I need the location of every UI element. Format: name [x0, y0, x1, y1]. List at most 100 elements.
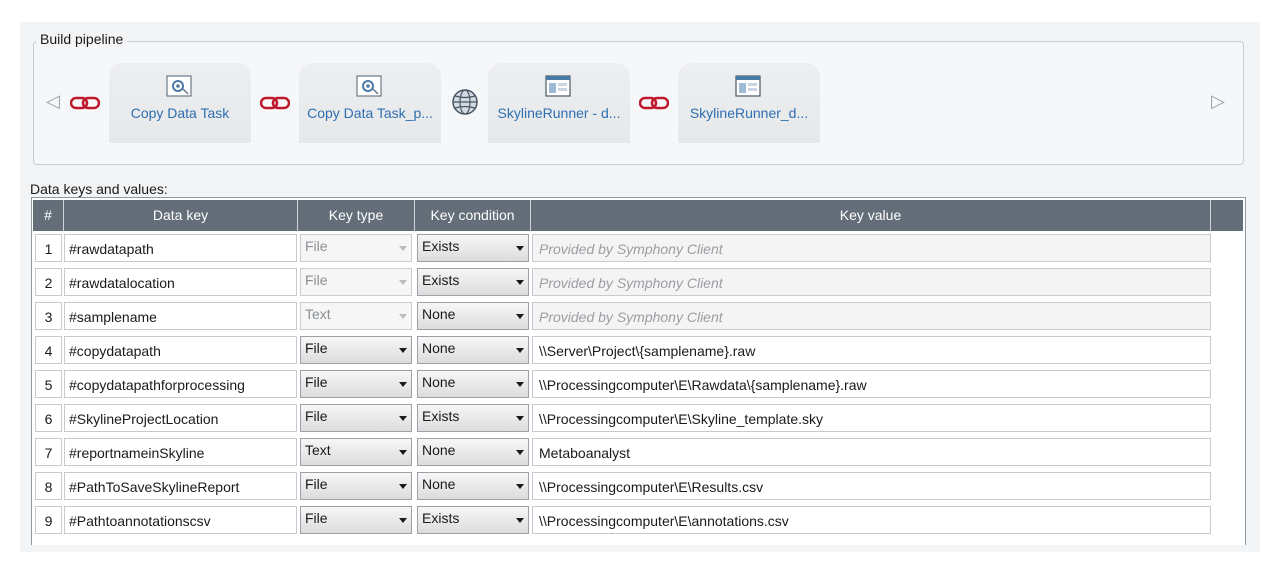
table-row: 2 #rawdatalocation File Exists Provided … [33, 265, 1243, 299]
window-task-icon [735, 75, 761, 97]
key-condition-select[interactable]: None [417, 370, 529, 398]
chevron-down-icon [516, 314, 524, 319]
chevron-down-icon [399, 280, 407, 285]
chevron-down-icon [399, 382, 407, 387]
key-type-value: File [305, 272, 328, 288]
key-type-value: File [305, 408, 328, 424]
row-number: 3 [35, 302, 62, 330]
globe-icon [452, 89, 478, 115]
chevron-down-icon [399, 518, 407, 523]
key-type-select[interactable]: File [300, 404, 412, 432]
chevron-down-icon [399, 416, 407, 421]
key-value-field[interactable]: \\Processingcomputer\E\Skyline_template.… [532, 404, 1211, 432]
key-type-select[interactable]: File [300, 336, 412, 364]
key-value-field[interactable]: Metaboanalyst [532, 438, 1211, 466]
table-row: 4 #copydatapath File None \\Server\Proje… [33, 333, 1243, 367]
key-type-select[interactable]: File [300, 370, 412, 398]
key-type-select[interactable]: File [300, 472, 412, 500]
data-key-field[interactable]: #rawdatalocation [64, 268, 297, 296]
chevron-down-icon [516, 280, 524, 285]
table-row: 6 #SkylineProjectLocation File Exists \\… [33, 401, 1243, 435]
key-value-field[interactable]: \\Processingcomputer\E\annotations.csv [532, 506, 1211, 534]
data-key-field[interactable]: #Pathtoannotationscsv [64, 506, 297, 534]
window-task-icon [545, 75, 571, 97]
key-type-value: File [305, 340, 328, 356]
task-label: SkylineRunner - d... [497, 105, 621, 121]
key-value-field[interactable]: \\Processingcomputer\E\Results.csv [532, 472, 1211, 500]
key-type-value: File [305, 510, 328, 526]
gear-task-icon [356, 75, 382, 97]
pipeline-task-skylinerunner-2[interactable]: SkylineRunner_d... [678, 63, 820, 143]
key-type-select[interactable]: File [300, 506, 412, 534]
key-condition-select[interactable]: None [417, 302, 529, 330]
gear-task-icon [166, 75, 192, 97]
row-number: 8 [35, 472, 62, 500]
data-keys-title: Data keys and values: [30, 181, 168, 197]
chevron-down-icon [399, 484, 407, 489]
scroll-right-icon[interactable]: ▷ [1211, 91, 1225, 111]
key-condition-select[interactable]: Exists [417, 404, 529, 432]
row-number: 2 [35, 268, 62, 296]
key-type-select[interactable]: Text [300, 438, 412, 466]
key-type-value: Text [305, 306, 331, 322]
chevron-down-icon [399, 348, 407, 353]
pipeline-task-copy-data-p[interactable]: Copy Data Task_p... [299, 63, 441, 143]
key-type-select: File [300, 268, 412, 296]
key-condition-value: None [422, 374, 456, 390]
key-condition-select[interactable]: Exists [417, 506, 529, 534]
row-number: 1 [35, 234, 62, 262]
data-key-field[interactable]: #reportnameinSkyline [64, 438, 297, 466]
data-key-field[interactable]: #SkylineProjectLocation [64, 404, 297, 432]
chevron-down-icon [399, 450, 407, 455]
chevron-down-icon [399, 246, 407, 251]
task-label: Copy Data Task_p... [307, 105, 433, 121]
key-value-field: Provided by Symphony Client [532, 302, 1211, 330]
key-type-value: File [305, 374, 328, 390]
key-value-field[interactable]: \\Server\Project\{samplename}.raw [532, 336, 1211, 364]
key-condition-select[interactable]: Exists [417, 268, 529, 296]
chevron-down-icon [516, 484, 524, 489]
key-condition-select[interactable]: None [417, 438, 529, 466]
table-row: 9 #Pathtoannotationscsv File Exists \\Pr… [33, 503, 1243, 537]
table-row: 7 #reportnameinSkyline Text None Metaboa… [33, 435, 1243, 469]
key-condition-value: Exists [422, 510, 460, 526]
row-number: 6 [35, 404, 62, 432]
chevron-down-icon [516, 518, 524, 523]
chevron-down-icon [516, 416, 524, 421]
key-type-value: File [305, 238, 328, 254]
data-key-field[interactable]: #samplename [64, 302, 297, 330]
data-key-field[interactable]: #rawdatapath [64, 234, 297, 262]
task-label: Copy Data Task [130, 105, 230, 121]
chevron-down-icon [516, 348, 524, 353]
table-row: 1 #rawdatapath File Exists Provided by S… [33, 231, 1243, 265]
pipeline-task-copy-data[interactable]: Copy Data Task [109, 63, 251, 143]
key-condition-value: Exists [422, 238, 460, 254]
data-key-field[interactable]: #PathToSaveSkylineReport [64, 472, 297, 500]
key-condition-value: None [422, 476, 456, 492]
key-condition-select[interactable]: None [417, 336, 529, 364]
key-condition-value: None [422, 442, 456, 458]
key-condition-value: Exists [422, 408, 460, 424]
row-number: 7 [35, 438, 62, 466]
key-condition-value: None [422, 306, 456, 322]
scroll-left-icon[interactable]: ◁ [46, 91, 60, 111]
task-label: SkylineRunner_d... [689, 105, 809, 121]
column-header-num: # [33, 200, 64, 231]
key-value-field[interactable]: \\Processingcomputer\E\Rawdata\{samplena… [532, 370, 1211, 398]
pipeline-task-skylinerunner-1[interactable]: SkylineRunner - d... [488, 63, 630, 143]
column-header-key-type: Key type [298, 200, 415, 231]
column-header-key-condition: Key condition [415, 200, 531, 231]
chevron-down-icon [516, 450, 524, 455]
row-number: 4 [35, 336, 62, 364]
row-number: 9 [35, 506, 62, 534]
key-condition-select[interactable]: Exists [417, 234, 529, 262]
column-header-data-key: Data key [64, 200, 298, 231]
column-header-key-value: Key value [531, 200, 1211, 231]
key-condition-select[interactable]: None [417, 472, 529, 500]
data-key-field[interactable]: #copydatapathforprocessing [64, 370, 297, 398]
row-number: 5 [35, 370, 62, 398]
key-condition-value: Exists [422, 272, 460, 288]
key-type-value: Text [305, 442, 331, 458]
data-key-field[interactable]: #copydatapath [64, 336, 297, 364]
table-row: 3 #samplename Text None Provided by Symp… [33, 299, 1243, 333]
